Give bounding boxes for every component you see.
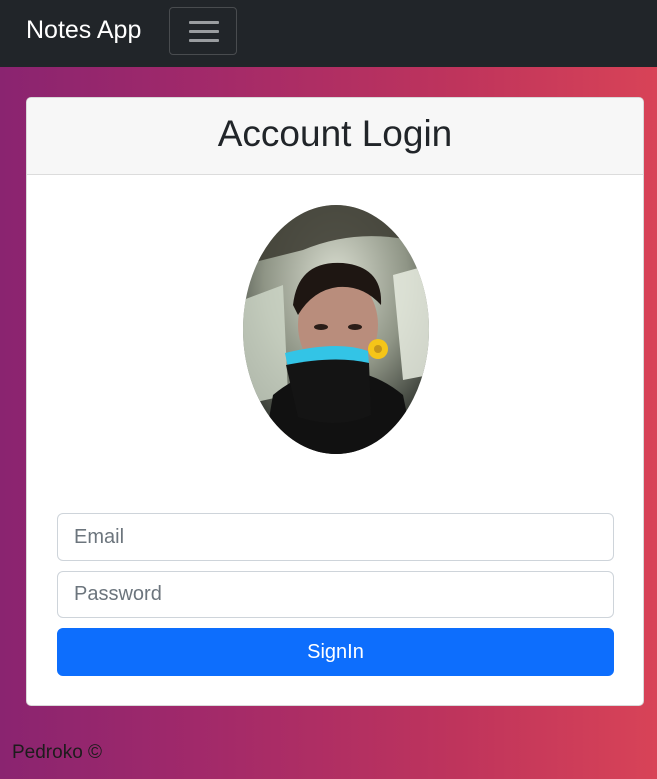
email-field[interactable] [57, 513, 614, 561]
navbar: Notes App [0, 0, 657, 67]
signin-button[interactable]: SignIn [57, 628, 614, 676]
navbar-brand[interactable]: Notes App [26, 14, 141, 46]
login-card: Account Login Email SignIn [26, 97, 644, 706]
avatar [243, 205, 429, 454]
page-title: Account Login [217, 113, 453, 154]
navbar-toggle-button[interactable] [169, 7, 237, 55]
password-field[interactable] [57, 571, 614, 618]
footer-text: Pedroko © [12, 742, 103, 763]
card-header: Account Login [27, 98, 643, 175]
